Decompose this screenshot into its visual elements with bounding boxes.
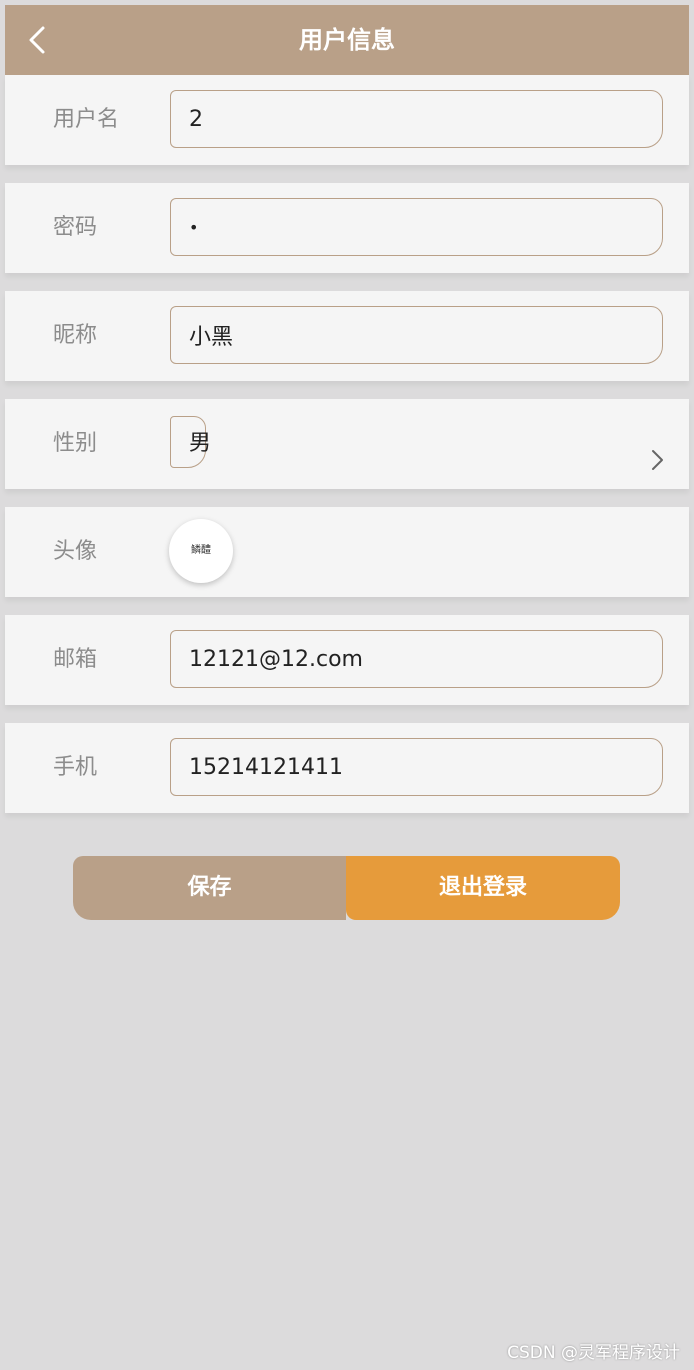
password-input[interactable] bbox=[170, 198, 663, 256]
phone-label: 手机 bbox=[53, 755, 98, 780]
username-input[interactable] bbox=[170, 90, 663, 148]
top-bar: 用户信息 bbox=[5, 5, 689, 75]
gender-row[interactable]: 性别 男 bbox=[5, 399, 689, 489]
phone-row: 手机 bbox=[5, 723, 689, 813]
avatar[interactable]: 鳞醴 bbox=[169, 519, 233, 583]
avatar-image-text: 鳞醴 bbox=[191, 545, 211, 556]
logout-button[interactable]: 退出登录 bbox=[346, 856, 620, 920]
gender-label: 性别 bbox=[53, 431, 98, 456]
chevron-right-icon[interactable] bbox=[647, 447, 667, 473]
email-row: 邮箱 bbox=[5, 615, 689, 705]
avatar-row: 头像 鳞醴 bbox=[5, 507, 689, 597]
email-input[interactable] bbox=[170, 630, 663, 688]
username-label: 用户名 bbox=[53, 107, 120, 132]
username-row: 用户名 bbox=[5, 75, 689, 165]
gender-value[interactable]: 男 bbox=[189, 399, 211, 489]
page-title: 用户信息 bbox=[299, 26, 395, 54]
phone-input[interactable] bbox=[170, 738, 663, 796]
nickname-row: 昵称 bbox=[5, 291, 689, 381]
avatar-label: 头像 bbox=[53, 539, 98, 564]
email-label: 邮箱 bbox=[53, 647, 98, 672]
password-row: 密码 bbox=[5, 183, 689, 273]
nickname-input[interactable] bbox=[170, 306, 663, 364]
password-label: 密码 bbox=[53, 215, 98, 240]
watermark-text: CSDN @灵军程序设计 bbox=[507, 1343, 680, 1363]
nickname-label: 昵称 bbox=[53, 323, 98, 348]
save-button[interactable]: 保存 bbox=[73, 856, 346, 920]
